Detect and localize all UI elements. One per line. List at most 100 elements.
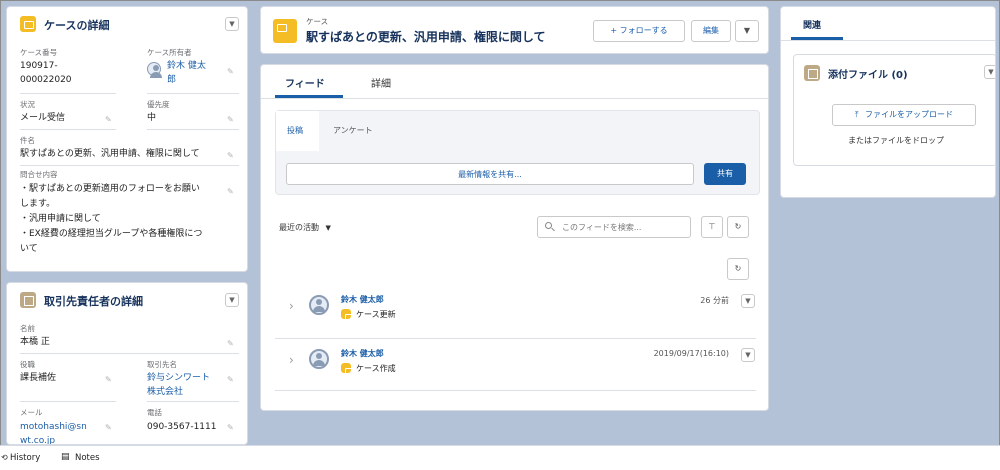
attachments-menu-chevron-down-icon[interactable]: ▼ — [984, 65, 995, 79]
name-label: 名前 — [20, 324, 35, 333]
sort-dropdown[interactable]: 最近の活動 ▼ — [279, 222, 331, 233]
account-link-cont[interactable]: 株式会社 — [147, 385, 183, 399]
case-detail-card: ケースの詳細 ▼ ケース番号 190917- 000022020 ケース所有者 … — [6, 6, 248, 272]
sort-triangle-icon: ▼ — [325, 224, 331, 232]
edit-name-pencil-icon[interactable]: ✎ — [227, 339, 234, 348]
feed-item: › 鈴木 健太郎 ケース作成 2019/09/17(16:10) ▼ — [261, 341, 768, 391]
edit-owner-pencil-icon[interactable]: ✎ — [227, 67, 234, 76]
edit-priority-pencil-icon[interactable]: ✎ — [227, 115, 234, 124]
position-label: 役職 — [20, 360, 35, 369]
account-label: 取引先名 — [147, 360, 177, 369]
upload-files-label: ファイルをアップロード — [865, 110, 954, 119]
share-button[interactable]: 共有 — [704, 163, 746, 185]
feed-item-author[interactable]: 鈴木 健太郎 — [341, 294, 384, 305]
header-more-chevron-down-icon[interactable]: ▼ — [735, 20, 759, 42]
divider — [20, 401, 116, 402]
upload-files-button[interactable]: ⤒ ファイルをアップロード — [832, 104, 976, 126]
case-owner-link[interactable]: 鈴木 健太 — [167, 59, 206, 73]
phone-value: 090-3567-1111 — [147, 422, 217, 432]
notes-button[interactable]: Notes — [75, 453, 100, 463]
tab-feed[interactable]: フィード — [285, 75, 325, 90]
edit-button[interactable]: 編集 — [691, 20, 731, 42]
account-link[interactable]: 鈴与シンワート — [147, 371, 210, 385]
history-icon: ⟲ — [1, 453, 8, 462]
refresh-button-icon[interactable]: ↻ — [727, 216, 749, 238]
subtab-post[interactable]: 投稿 — [287, 125, 303, 136]
sort-label: 最近の活動 — [279, 223, 319, 232]
tab-details[interactable]: 詳細 — [371, 75, 391, 90]
contact-detail-menu-chevron-down-icon[interactable]: ▼ — [225, 293, 239, 307]
search-icon-handle — [551, 227, 555, 232]
tabs-divider — [261, 98, 768, 99]
feed-item-time: 2019/09/17(16:10) — [653, 349, 729, 358]
attachments-card: 添付ファイル (0) ▼ ⤒ ファイルをアップロード またはファイルをドロップ — [793, 54, 995, 166]
edit-position-pencil-icon[interactable]: ✎ — [105, 375, 112, 384]
status-label: 状況 — [20, 100, 35, 109]
email-link-cont[interactable]: wt.co.jp — [20, 434, 55, 444]
feed-item-time: 26 分前 — [700, 296, 729, 305]
feed-search-input[interactable]: このフィードを検索... — [537, 216, 691, 238]
email-link[interactable]: motohashi@sn — [20, 420, 87, 434]
case-number-label: ケース番号 — [20, 48, 58, 57]
feed-item-menu-chevron-down-icon[interactable]: ▼ — [741, 294, 755, 308]
page-title: 駅すぱあとの更新、汎用申請、権限に関して — [306, 30, 546, 44]
refresh-feed-icon[interactable]: ↻ — [727, 258, 749, 280]
upload-icon: ⤒ — [854, 110, 859, 119]
owner-avatar-icon — [147, 62, 162, 78]
follow-button[interactable]: + フォローする — [593, 20, 685, 42]
divider — [147, 93, 239, 94]
position-value: 課長補佐 — [20, 373, 57, 383]
feed-item-action: ケース作成 — [356, 364, 396, 373]
notes-icon: ▤ — [61, 452, 70, 462]
subtab-survey[interactable]: アンケート — [333, 125, 373, 136]
drop-files-text: またはファイルをドロップ — [848, 136, 944, 145]
feed-item-author[interactable]: 鈴木 健太郎 — [341, 348, 384, 359]
case-number-value-cont: 000022020 — [20, 75, 72, 85]
contact-icon — [20, 292, 36, 308]
case-detail-menu-chevron-down-icon[interactable]: ▼ — [225, 17, 239, 31]
share-input[interactable]: 最新情報を共有... — [286, 163, 694, 185]
case-owner-link-cont[interactable]: 郎 — [167, 73, 176, 87]
feed-item-action: ケース更新 — [356, 310, 396, 319]
inquiry-line: ・汎用申請に関して — [20, 214, 101, 224]
divider — [147, 401, 239, 402]
inquiry-line: します。 — [20, 199, 56, 209]
divider — [20, 129, 116, 130]
edit-account-pencil-icon[interactable]: ✎ — [227, 375, 234, 384]
history-button[interactable]: History — [10, 453, 40, 463]
filter-button-icon[interactable]: ⊤ — [701, 216, 723, 238]
edit-email-pencil-icon[interactable]: ✎ — [105, 423, 112, 432]
expand-chevron-right-icon[interactable]: › — [289, 299, 294, 313]
author-avatar-icon — [309, 295, 329, 315]
edit-inquiry-pencil-icon[interactable]: ✎ — [227, 187, 234, 196]
inquiry-label: 問合せ内容 — [20, 170, 58, 179]
divider — [20, 353, 239, 354]
case-owner-label: ケース所有者 — [147, 48, 192, 57]
divider — [20, 165, 239, 166]
case-detail-title: ケースの詳細 — [44, 19, 110, 32]
divider — [20, 93, 116, 94]
name-value: 本橋 正 — [20, 337, 50, 347]
feed-card: フィード 詳細 投稿 アンケート 最新情報を共有... 共有 最近の活動 ▼ こ… — [260, 64, 769, 411]
phone-label: 電話 — [147, 408, 162, 417]
share-input-placeholder: 最新情報を共有... — [458, 170, 522, 179]
attachment-icon — [804, 65, 820, 81]
publisher: 投稿 アンケート 最新情報を共有... 共有 — [275, 110, 760, 195]
edit-status-pencil-icon[interactable]: ✎ — [105, 115, 112, 124]
edit-subject-pencil-icon[interactable]: ✎ — [227, 151, 234, 160]
inquiry-line: ・駅すぱあとの更新適用のフォローをお願い — [20, 184, 200, 194]
case-number-value: 190917- — [20, 61, 58, 71]
case-header-icon — [273, 19, 297, 43]
expand-chevron-right-icon[interactable]: › — [289, 353, 294, 367]
edit-phone-pencil-icon[interactable]: ✎ — [227, 423, 234, 432]
feed-divider — [275, 390, 756, 391]
email-label: メール — [20, 408, 43, 417]
feed-item-menu-chevron-down-icon[interactable]: ▼ — [741, 348, 755, 362]
contact-detail-title: 取引先責任者の詳細 — [44, 295, 143, 308]
feed-divider — [275, 338, 756, 339]
tab-related[interactable]: 関連 — [803, 18, 821, 31]
header-object-label: ケース — [306, 17, 329, 26]
inquiry-line: いて — [20, 244, 38, 254]
case-header: ケース 駅すぱあとの更新、汎用申請、権限に関して + フォローする 編集 ▼ — [260, 6, 769, 54]
attachments-title: 添付ファイル (0) — [828, 70, 908, 81]
